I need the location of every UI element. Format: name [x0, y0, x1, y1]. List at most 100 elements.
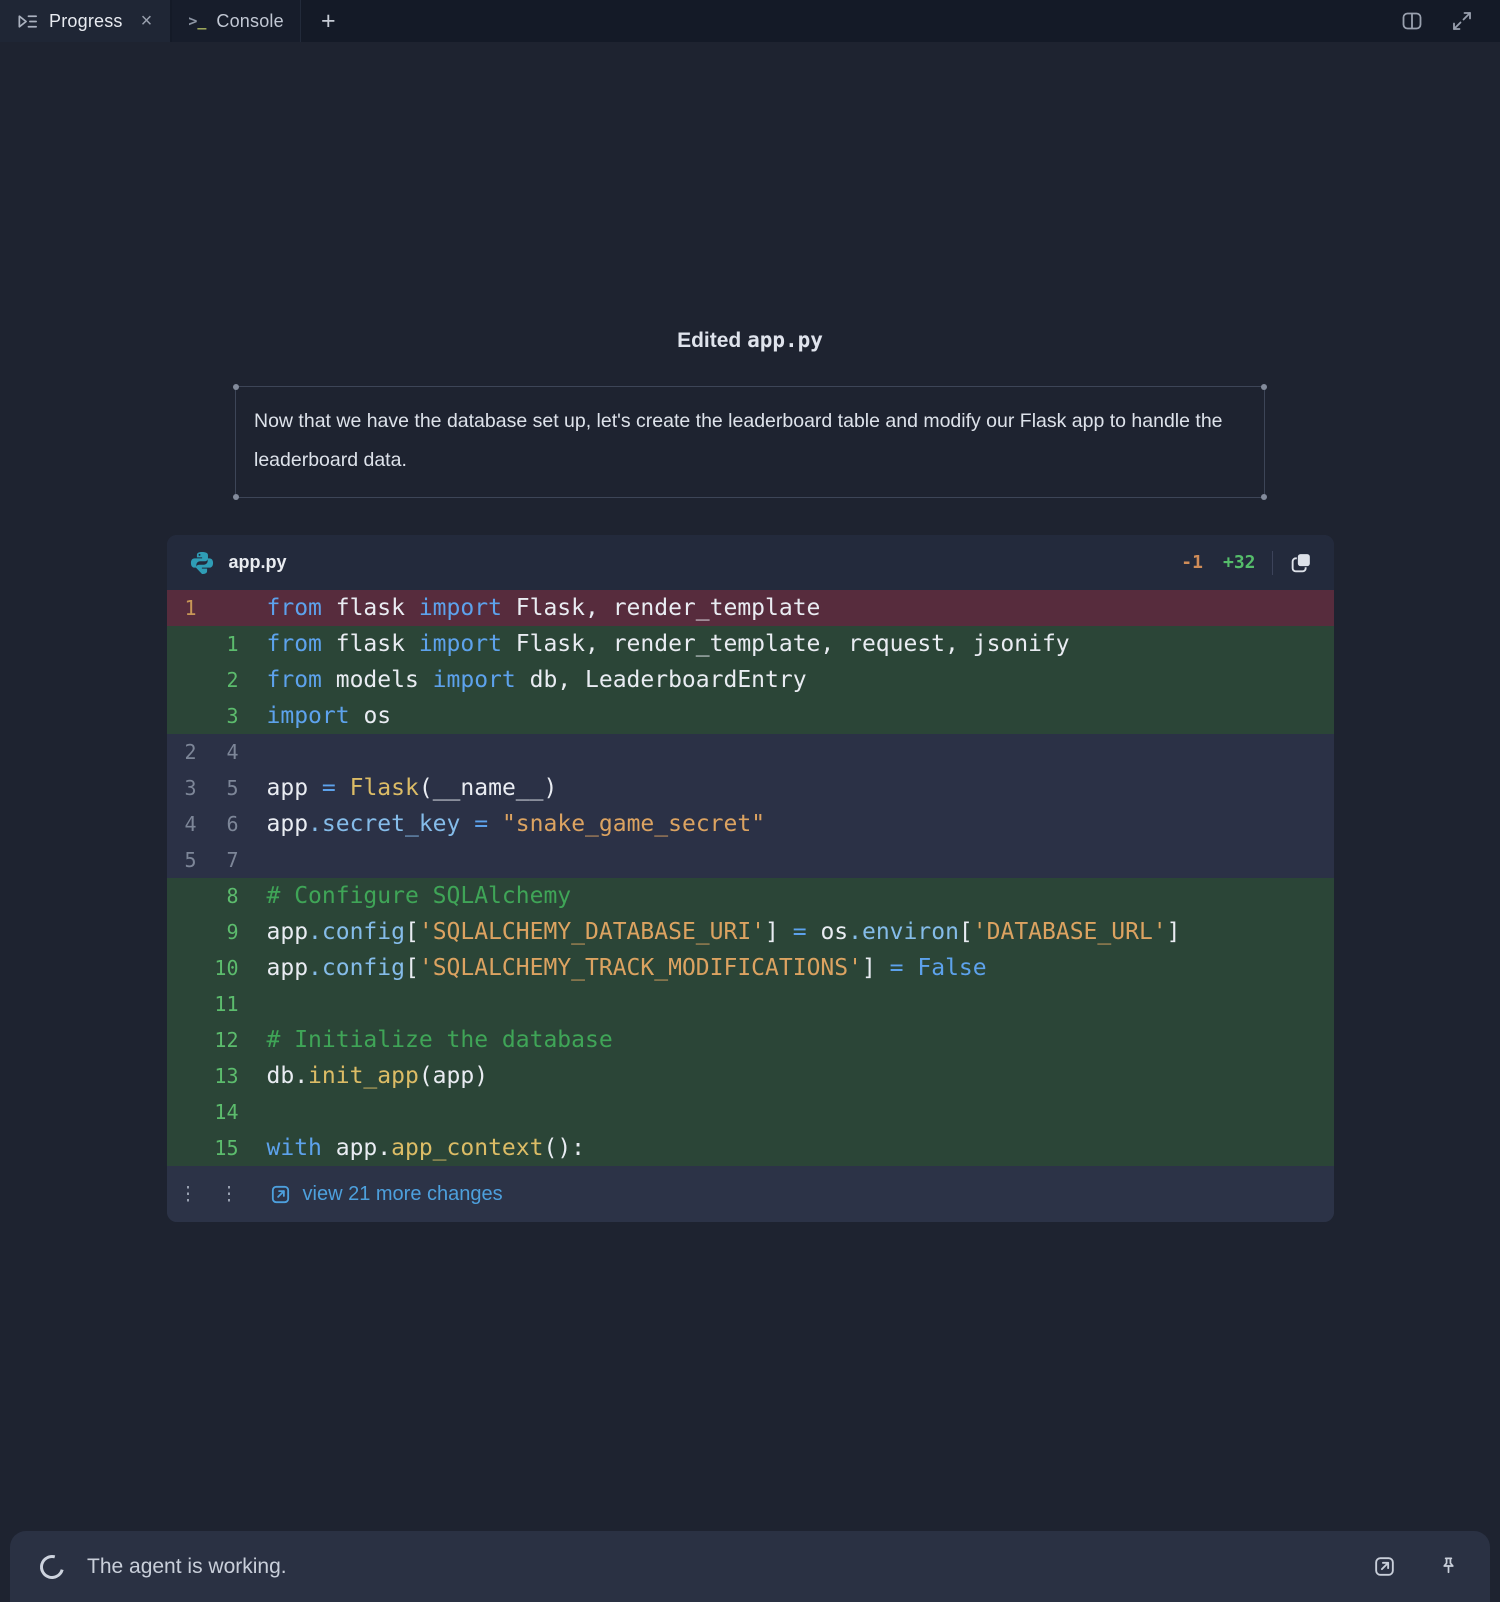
diff-line-context: 57: [167, 842, 1334, 878]
deletions-count: -1: [1181, 552, 1203, 573]
code-text: from models import db, LeaderboardEntry: [267, 662, 807, 698]
diff-line-added: 11: [167, 986, 1334, 1022]
diff-line-added: 12 # Initialize the database: [167, 1022, 1334, 1058]
diff-line-added: 10 app.config['SQLALCHEMY_TRACK_MODIFICAT…: [167, 950, 1334, 986]
terminal-icon: >_: [188, 12, 206, 30]
diff-line-added: 13 db.init_app(app): [167, 1058, 1334, 1094]
agent-message-text: Now that we have the database set up, le…: [254, 402, 1246, 480]
code-text: app.config['SQLALCHEMY_DATABASE_URI'] = …: [267, 914, 1181, 950]
handle-dot: [1261, 384, 1267, 390]
code-text: from flask import Flask, render_template…: [267, 626, 1070, 662]
old-line-number: 2: [167, 734, 197, 770]
old-line-number: [167, 878, 197, 914]
tab-console[interactable]: >_ Console: [172, 0, 300, 42]
new-line-number: 2: [197, 662, 239, 698]
old-line-number: [167, 986, 197, 1022]
old-line-number: [167, 1058, 197, 1094]
old-line-number: [167, 1130, 197, 1166]
tab-console-label: Console: [216, 11, 283, 32]
pin-icon[interactable]: [1437, 1555, 1460, 1578]
new-line-number: 13: [197, 1058, 239, 1094]
diff-line-added: 15 with app.app_context():: [167, 1130, 1334, 1166]
page-title-filename: app.py: [747, 328, 823, 352]
code-text: db.init_app(app): [267, 1058, 489, 1094]
old-line-number: 5: [167, 842, 197, 878]
diff-line-added: 3 import os: [167, 698, 1334, 734]
code-text: import os: [267, 698, 392, 734]
spinner-icon: [36, 1550, 69, 1583]
header-divider: [1272, 551, 1273, 575]
split-view-icon[interactable]: [1400, 9, 1424, 33]
new-line-number: 5: [197, 770, 239, 806]
old-line-number: 3: [167, 770, 197, 806]
old-line-number: 1: [167, 590, 197, 626]
diff-line-added: 9 app.config['SQLALCHEMY_DATABASE_URI'] =…: [167, 914, 1334, 950]
close-icon[interactable]: ×: [139, 11, 155, 31]
tab-bar-spacer: [356, 0, 1400, 42]
new-line-number: [197, 590, 239, 626]
copy-icon[interactable]: [1289, 550, 1314, 575]
code-text: with app.app_context():: [267, 1130, 586, 1166]
expand-icon[interactable]: [1450, 9, 1474, 33]
code-card-footer: ⋮ ⋮ view 21 more changes: [167, 1166, 1334, 1222]
tab-progress[interactable]: Progress ×: [0, 0, 170, 42]
handle-dot: [1261, 494, 1267, 500]
new-line-number: 12: [197, 1022, 239, 1058]
new-line-number: 7: [197, 842, 239, 878]
new-line-number: 8: [197, 878, 239, 914]
diff-line-added: 14: [167, 1094, 1334, 1130]
diff-line-context: 46 app.secret_key = "snake_game_secret": [167, 806, 1334, 842]
old-line-number: [167, 1094, 197, 1130]
old-line-number: [167, 1022, 197, 1058]
new-line-number: 10: [197, 950, 239, 986]
tab-bar: Progress × >_ Console +: [0, 0, 1500, 42]
new-line-number: 3: [197, 698, 239, 734]
progress-icon: [16, 10, 39, 33]
diff-line-added: 8 # Configure SQLAlchemy: [167, 878, 1334, 914]
handle-dot: [233, 494, 239, 500]
diff-line-added: 1 from flask import Flask, render_templat…: [167, 626, 1334, 662]
diff-line-context: 24: [167, 734, 1334, 770]
new-line-number: 9: [197, 914, 239, 950]
old-line-number: [167, 950, 197, 986]
page-title: Edited app.py: [0, 328, 1500, 353]
new-tab-button[interactable]: +: [300, 0, 356, 42]
old-line-number: 4: [167, 806, 197, 842]
diff-lines: 1 from flask import Flask, render_templat…: [167, 590, 1334, 1166]
diff-line-removed: 1 from flask import Flask, render_templat…: [167, 590, 1334, 626]
ellipsis-icon: ⋮: [167, 1183, 197, 1206]
code-text: # Initialize the database: [267, 1022, 613, 1058]
agent-status-bar: The agent is working.: [10, 1531, 1490, 1602]
python-icon: [189, 550, 215, 576]
tab-progress-label: Progress: [49, 11, 123, 32]
new-line-number: 4: [197, 734, 239, 770]
code-card-header: app.py -1 +32: [167, 535, 1334, 590]
code-text: app.config['SQLALCHEMY_TRACK_MODIFICATIO…: [267, 950, 987, 986]
code-text: # Configure SQLAlchemy: [267, 878, 572, 914]
progress-panel: Edited app.py Now that we have the datab…: [0, 328, 1500, 1222]
new-line-number: 1: [197, 626, 239, 662]
agent-status-text: The agent is working.: [87, 1555, 287, 1579]
code-text: from flask import Flask, render_template: [267, 590, 821, 626]
view-more-changes-label: view 21 more changes: [303, 1183, 503, 1206]
agent-message-box: Now that we have the database set up, le…: [235, 386, 1265, 498]
ellipsis-icon: ⋮: [197, 1183, 239, 1206]
diff-line-context: 35 app = Flask(__name__): [167, 770, 1334, 806]
handle-dot: [233, 384, 239, 390]
old-line-number: [167, 662, 197, 698]
view-more-changes-link[interactable]: view 21 more changes: [269, 1183, 503, 1206]
open-diff-icon: [269, 1183, 292, 1206]
old-line-number: [167, 698, 197, 734]
open-in-new-icon[interactable]: [1372, 1554, 1397, 1579]
code-text: app.secret_key = "snake_game_secret": [267, 806, 766, 842]
old-line-number: [167, 626, 197, 662]
new-line-number: 15: [197, 1130, 239, 1166]
new-line-number: 6: [197, 806, 239, 842]
code-text: app = Flask(__name__): [267, 770, 558, 806]
old-line-number: [167, 914, 197, 950]
diff-line-added: 2 from models import db, LeaderboardEntry: [167, 662, 1334, 698]
new-line-number: 14: [197, 1094, 239, 1130]
diff-filename: app.py: [229, 552, 287, 573]
new-line-number: 11: [197, 986, 239, 1022]
code-diff-card: app.py -1 +32 1 from flask import Flask, …: [167, 535, 1334, 1222]
